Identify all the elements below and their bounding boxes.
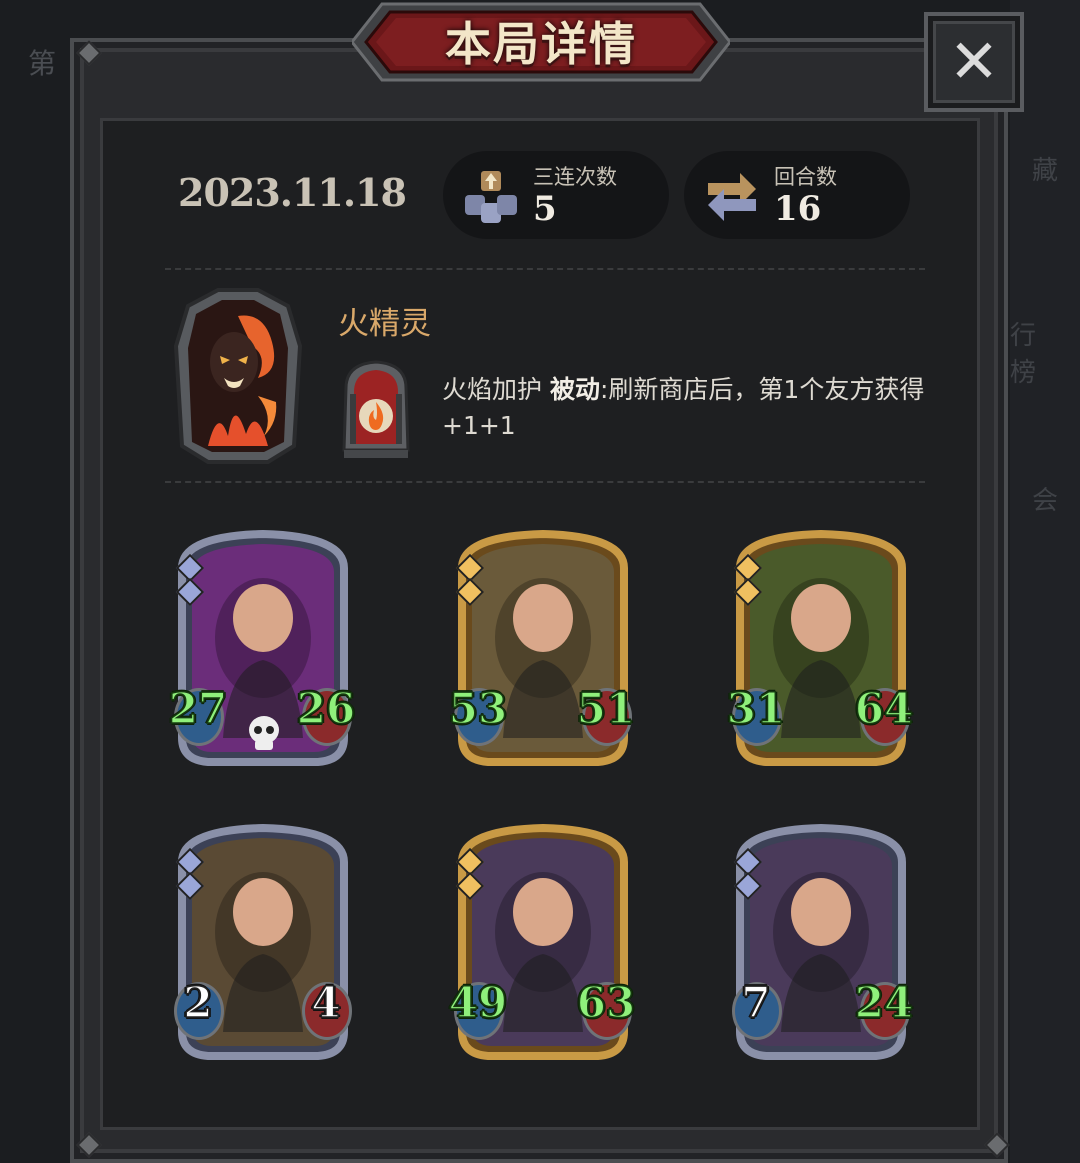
section-divider xyxy=(165,268,925,270)
unit-card[interactable]: 31 64 xyxy=(726,528,916,768)
stat-rounds: 回合数 16 xyxy=(684,151,910,239)
health-value: 26 xyxy=(296,683,356,734)
health-value: 64 xyxy=(854,683,914,734)
stat-triples-value: 5 xyxy=(533,189,557,229)
unit-card[interactable]: 24 xyxy=(168,822,358,1062)
background-text-right-3: 会 xyxy=(1031,486,1058,516)
stat-rounds-label: 回合数 xyxy=(774,165,837,189)
triple-cubes-icon xyxy=(465,171,517,223)
background-text-right-2: 行榜 xyxy=(1010,321,1037,388)
stat-rounds-value: 16 xyxy=(774,189,822,229)
hero-portrait[interactable] xyxy=(168,286,308,466)
attack-value: 49 xyxy=(448,977,508,1028)
health-value: 51 xyxy=(576,683,636,734)
attack-value: 31 xyxy=(726,683,786,734)
unit-card[interactable]: 7 24 xyxy=(726,822,916,1062)
background-text-right-1: 藏 xyxy=(1031,156,1058,186)
hero-skill-description: 火焰加护 被动:刷新商店后，第1个友方获得+1+1 xyxy=(442,372,967,444)
background-text-left: 第 xyxy=(28,47,57,80)
health-value: 63 xyxy=(576,977,636,1028)
health-value: 4 xyxy=(311,977,342,1028)
health-value: 24 xyxy=(854,977,914,1028)
title-banner: 本局详情 xyxy=(352,0,730,84)
flame-icon[interactable] xyxy=(336,358,416,460)
unit-card[interactable]: 49 63 xyxy=(448,822,638,1062)
section-divider xyxy=(165,481,925,483)
attack-value: 7 xyxy=(741,977,772,1028)
hero-name: 火精灵 xyxy=(338,306,431,342)
match-date: 2023.11.18 xyxy=(178,170,407,215)
close-button[interactable]: ✕ xyxy=(924,12,1024,112)
attack-value: 53 xyxy=(448,683,508,734)
attack-value: 2 xyxy=(183,977,214,1028)
skull-icon xyxy=(249,716,279,750)
unit-card[interactable]: 27 26 xyxy=(168,528,358,768)
hero-skill-name: 火焰加护 xyxy=(442,375,543,404)
unit-card[interactable]: 53 51 xyxy=(448,528,638,768)
stat-triples-label: 三连次数 xyxy=(533,165,617,189)
background-right-panel: 藏 行榜 会 xyxy=(1010,0,1080,1163)
hero-skill-type: 被动 xyxy=(549,375,600,404)
refresh-arrows-icon xyxy=(708,173,756,221)
stat-triples: 三连次数 5 xyxy=(443,151,669,239)
close-icon: ✕ xyxy=(948,27,1000,97)
attack-value: 27 xyxy=(168,683,228,734)
dialog-title: 本局详情 xyxy=(445,17,637,71)
